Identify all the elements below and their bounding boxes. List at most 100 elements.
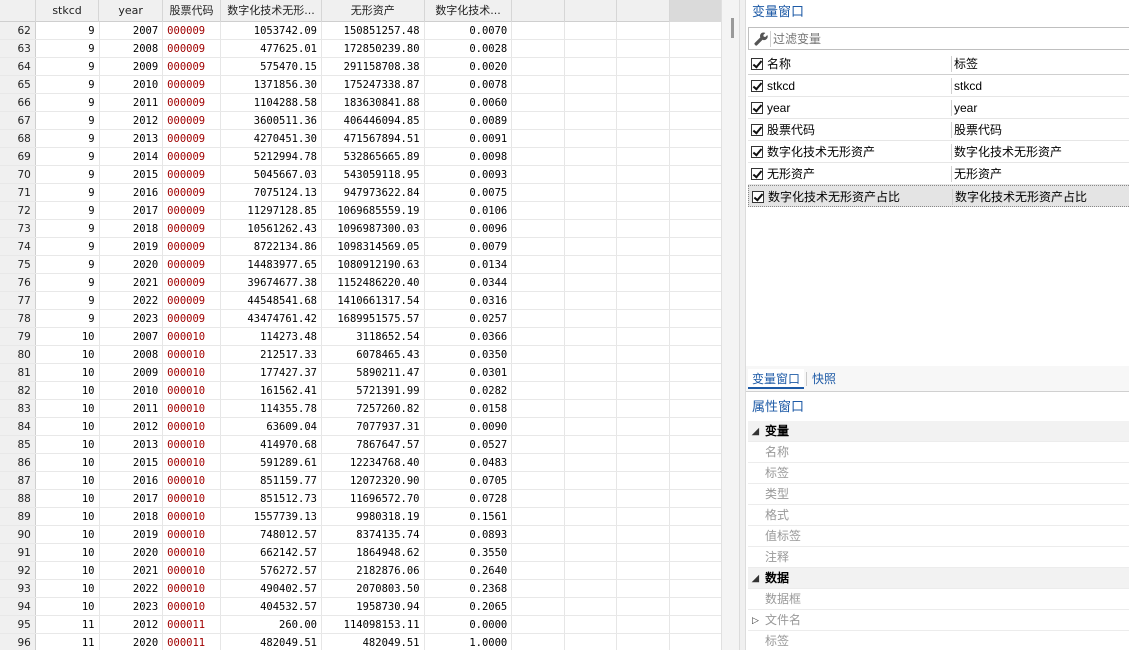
cell-stock-code[interactable]: 000009 [163,76,222,93]
cell-stkcd[interactable]: 11 [36,634,100,650]
cell-intangible-assets[interactable]: 12072320.90 [322,472,425,489]
cell-empty[interactable] [512,490,565,507]
cell-intangible-assets[interactable]: 471567894.51 [322,130,425,147]
cell-empty[interactable] [670,382,727,399]
grid-vertical-scrollbar[interactable] [721,0,739,650]
cell-digital-intangible[interactable]: 177427.37 [221,364,322,381]
cell-stkcd[interactable]: 9 [36,58,100,75]
cell-digital-intangible[interactable]: 161562.41 [221,382,322,399]
cell-digital-ratio[interactable]: 1.0000 [425,634,513,650]
cell-empty[interactable] [617,310,670,327]
cell-empty[interactable] [565,166,618,183]
variable-checkbox[interactable] [751,168,763,180]
column-divider[interactable] [951,56,952,72]
row-number-cell[interactable]: 73 [0,220,36,237]
cell-stkcd[interactable]: 9 [36,40,100,57]
cell-empty[interactable] [565,40,618,57]
cell-year[interactable]: 2010 [100,382,164,399]
cell-year[interactable]: 2013 [100,130,164,147]
cell-intangible-assets[interactable]: 291158708.38 [322,58,425,75]
cell-digital-intangible[interactable]: 1053742.09 [221,22,322,39]
table-row[interactable]: 88 10 2017 000010 851512.73 11696572.70 0.0728 [0,490,727,508]
cell-stock-code[interactable]: 000010 [163,508,222,525]
cell-digital-ratio[interactable]: 0.0090 [425,418,513,435]
cell-stock-code[interactable]: 000009 [163,40,222,57]
table-row[interactable]: 95 11 2012 000011 260.00 114098153.11 0.0000 [0,616,727,634]
cell-empty[interactable] [512,220,565,237]
cell-empty[interactable] [617,274,670,291]
row-number-cell[interactable]: 93 [0,580,36,597]
cell-stkcd[interactable]: 9 [36,94,100,111]
cell-digital-ratio[interactable]: 0.0079 [425,238,513,255]
cell-intangible-assets[interactable]: 11696572.70 [322,490,425,507]
cell-empty[interactable] [512,454,565,471]
cell-digital-intangible[interactable]: 477625.01 [221,40,322,57]
cell-empty[interactable] [565,328,618,345]
cell-empty[interactable] [617,616,670,633]
cell-empty[interactable] [512,364,565,381]
select-all-checkbox[interactable] [751,58,763,70]
cell-empty[interactable] [670,472,727,489]
row-number-cell[interactable]: 95 [0,616,36,633]
cell-intangible-assets[interactable]: 6078465.43 [322,346,425,363]
cell-digital-ratio[interactable]: 0.0158 [425,400,513,417]
column-header-empty[interactable] [669,0,727,22]
table-row[interactable]: 75 9 2020 000009 14483977.65 1080912190.63 0.0… [0,256,727,274]
cell-year[interactable]: 2020 [100,634,164,650]
table-row[interactable]: 94 10 2023 000010 404532.57 1958730.94 0.2065 [0,598,727,616]
cell-empty[interactable] [512,544,565,561]
cell-digital-ratio[interactable]: 0.0070 [425,22,513,39]
cell-empty[interactable] [617,364,670,381]
cell-stkcd[interactable]: 10 [36,346,100,363]
cell-intangible-assets[interactable]: 5721391.99 [322,382,425,399]
cell-intangible-assets[interactable]: 406446094.85 [322,112,425,129]
cell-digital-intangible[interactable]: 576272.57 [221,562,322,579]
cell-empty[interactable] [512,346,565,363]
column-header-digital-intangible[interactable]: 数字化技术无形... [221,0,322,22]
property-group[interactable]: ◢ 变量 [748,421,1129,442]
cell-empty[interactable] [617,76,670,93]
table-row[interactable]: 66 9 2011 000009 1104288.58 183630841.88 0.006… [0,94,727,112]
row-number-cell[interactable]: 68 [0,130,36,147]
table-row[interactable]: 62 9 2007 000009 1053742.09 150851257.48 0.007… [0,22,727,40]
cell-digital-ratio[interactable]: 0.0257 [425,310,513,327]
property-row[interactable]: 标签 [748,631,1129,650]
cell-empty[interactable] [617,40,670,57]
row-number-cell[interactable]: 89 [0,508,36,525]
cell-year[interactable]: 2016 [100,184,164,201]
cell-intangible-assets[interactable]: 1080912190.63 [322,256,425,273]
cell-year[interactable]: 2023 [100,598,164,615]
table-row[interactable]: 84 10 2012 000010 63609.04 7077937.31 0.0090 [0,418,727,436]
cell-empty[interactable] [565,598,618,615]
cell-stkcd[interactable]: 10 [36,364,100,381]
row-number-cell[interactable]: 79 [0,328,36,345]
table-row[interactable]: 91 10 2020 000010 662142.57 1864948.62 0.3550 [0,544,727,562]
cell-empty[interactable] [670,418,727,435]
cell-empty[interactable] [565,58,618,75]
row-number-cell[interactable]: 82 [0,382,36,399]
cell-intangible-assets[interactable]: 1410661317.54 [322,292,425,309]
cell-stkcd[interactable]: 9 [36,274,100,291]
cell-stock-code[interactable]: 000009 [163,166,222,183]
cell-stock-code[interactable]: 000009 [163,58,222,75]
cell-empty[interactable] [565,544,618,561]
cell-empty[interactable] [565,130,618,147]
cell-empty[interactable] [565,94,618,111]
cell-stock-code[interactable]: 000010 [163,472,222,489]
cell-empty[interactable] [670,148,727,165]
table-row[interactable]: 70 9 2015 000009 5045667.03 543059118.95 0.009… [0,166,727,184]
cell-digital-ratio[interactable]: 0.0728 [425,490,513,507]
cell-empty[interactable] [617,112,670,129]
row-number-cell[interactable]: 70 [0,166,36,183]
cell-empty[interactable] [670,346,727,363]
cell-year[interactable]: 2023 [100,310,164,327]
cell-empty[interactable] [617,634,670,650]
row-number-cell[interactable]: 91 [0,544,36,561]
cell-digital-intangible[interactable]: 748012.57 [221,526,322,543]
cell-digital-intangible[interactable]: 591289.61 [221,454,322,471]
cell-digital-intangible[interactable]: 114273.48 [221,328,322,345]
cell-digital-ratio[interactable]: 0.0301 [425,364,513,381]
cell-empty[interactable] [617,94,670,111]
cell-stkcd[interactable]: 10 [36,526,100,543]
cell-digital-intangible[interactable]: 662142.57 [221,544,322,561]
